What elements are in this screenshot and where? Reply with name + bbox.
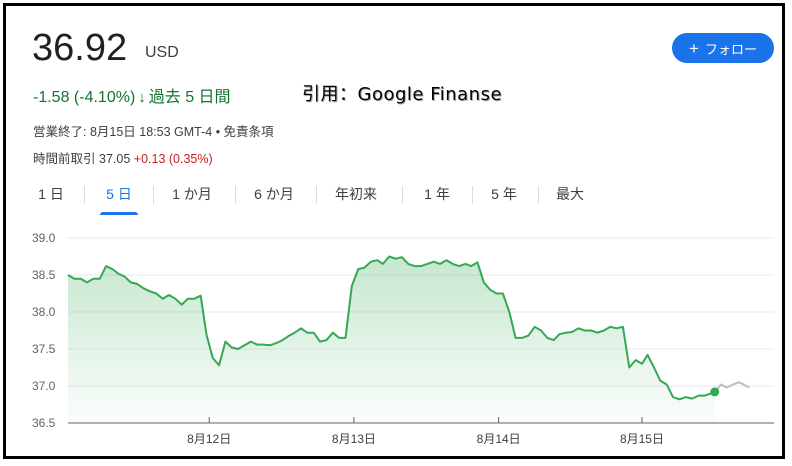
after-hours-change: +0.13 (0.35%) bbox=[133, 152, 213, 166]
x-tick-label: 8月15日 bbox=[620, 432, 664, 446]
after-hours-row: 時間前取引 37.05 +0.13 (0.35%) bbox=[33, 148, 213, 167]
current-price-marker bbox=[710, 387, 720, 397]
tab-5d[interactable]: 5 日 bbox=[100, 176, 138, 215]
follow-button-label: フォロー bbox=[704, 41, 757, 57]
tab-divider bbox=[402, 186, 403, 204]
tab-1m[interactable]: 1 か月 bbox=[166, 176, 218, 212]
tab-divider bbox=[316, 186, 317, 204]
tab-5y[interactable]: 5 年 bbox=[484, 176, 524, 212]
x-tick-label: 8月12日 bbox=[187, 432, 231, 446]
tab-divider bbox=[153, 186, 154, 204]
tab-divider bbox=[538, 186, 539, 204]
tab-divider bbox=[235, 186, 236, 204]
price-change: -1.58 (-4.10%) bbox=[33, 89, 136, 106]
x-tick-label: 8月14日 bbox=[477, 432, 521, 446]
tab-1d[interactable]: 1 日 bbox=[34, 176, 68, 212]
tab-ytd[interactable]: 年初来 bbox=[330, 176, 382, 212]
tab-divider bbox=[84, 186, 85, 204]
y-tick-label: 36.5 bbox=[32, 416, 56, 430]
range-tabs: 1 日 5 日 1 か月 6 か月 年初来 1 年 5 年 最大 bbox=[26, 176, 766, 216]
tab-divider bbox=[472, 186, 473, 204]
tab-max[interactable]: 最大 bbox=[550, 176, 590, 212]
tab-6m[interactable]: 6 か月 bbox=[248, 176, 300, 212]
x-tick-label: 8月13日 bbox=[332, 432, 376, 446]
stock-quote-panel: 36.92 USD -1.58 (-4.10%) ↓ 過去 5 日間 引用：Goog… bbox=[3, 3, 785, 459]
plus-icon: + bbox=[689, 38, 699, 58]
currency-label: USD bbox=[145, 44, 179, 61]
after-hours-label: 時間前取引 bbox=[33, 152, 96, 166]
price-chart[interactable]: 39.0 38.5 38.0 37.5 37.0 36.5 8月12日 8月13日 8月14日… bbox=[6, 226, 782, 456]
y-tick-label: 37.0 bbox=[32, 379, 56, 393]
y-tick-label: 38.0 bbox=[32, 305, 56, 319]
y-tick-label: 39.0 bbox=[32, 231, 56, 245]
after-hours-line bbox=[713, 381, 750, 393]
arrow-down-icon: ↓ bbox=[138, 89, 146, 106]
market-status: 営業終了: 8月15日 18:53 GMT-4 • 免責条項 bbox=[33, 125, 274, 139]
tab-1y[interactable]: 1 年 bbox=[417, 176, 457, 212]
after-hours-price: 37.05 bbox=[99, 152, 131, 166]
price-area-fill bbox=[68, 256, 715, 423]
current-price: 36.92 bbox=[32, 27, 128, 69]
period-label: 過去 5 日間 bbox=[148, 89, 231, 106]
y-tick-label: 38.5 bbox=[32, 268, 56, 282]
follow-button[interactable]: + フォロー bbox=[672, 33, 774, 63]
price-change-row: -1.58 (-4.10%) ↓ 過去 5 日間 bbox=[33, 83, 231, 107]
y-tick-label: 37.5 bbox=[32, 342, 56, 356]
citation-watermark: 引用：Google Finanse bbox=[302, 84, 503, 105]
